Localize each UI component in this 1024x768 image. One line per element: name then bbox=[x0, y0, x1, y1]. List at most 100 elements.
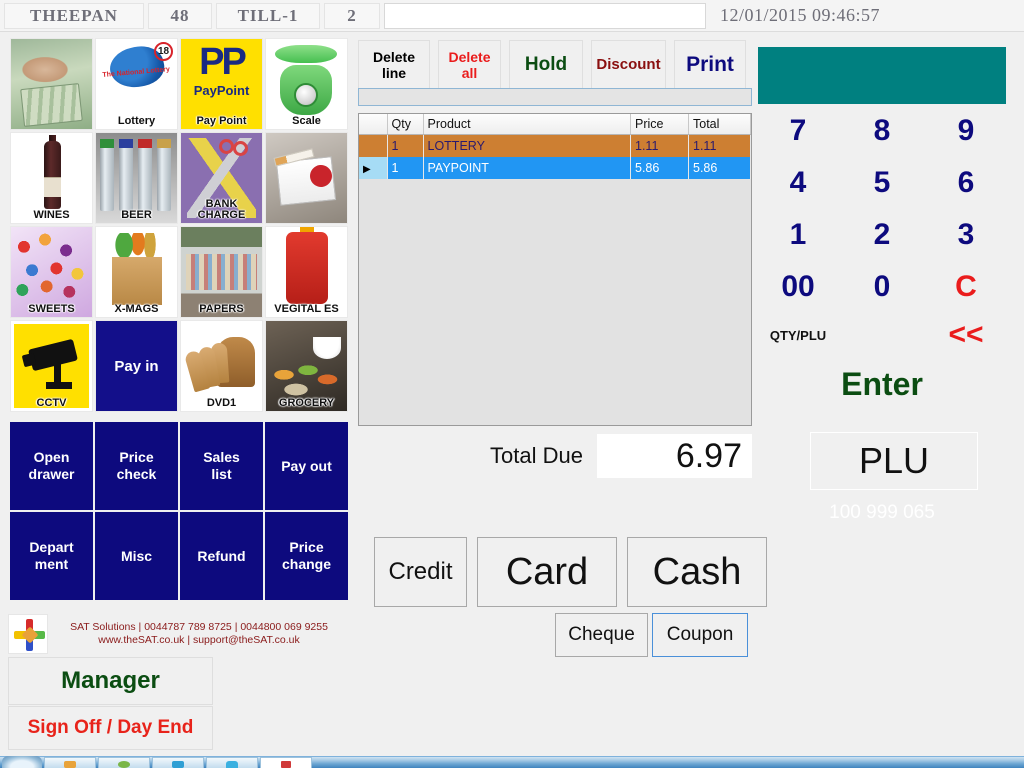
sign-off-day-end-button[interactable]: Sign Off / Day End bbox=[8, 706, 213, 750]
product-tile-paypoint[interactable]: PP PayPoint Pay Point bbox=[180, 38, 263, 130]
refund-button[interactable]: Refund bbox=[180, 512, 263, 600]
price-change-button[interactable]: Price change bbox=[265, 512, 348, 600]
product-tile-xmags[interactable]: X-MAGS bbox=[95, 226, 178, 318]
key-3[interactable]: 3 bbox=[925, 210, 1007, 260]
product-tile-bank-charge[interactable]: BANK CHARGE bbox=[180, 132, 263, 224]
product-tile-cctv[interactable]: CCTV bbox=[10, 320, 93, 412]
scan-entry-bar[interactable] bbox=[358, 88, 752, 106]
product-tile-label: WINES bbox=[33, 209, 70, 221]
cash-button[interactable]: Cash bbox=[627, 537, 767, 607]
product-tile-label: GROCERY bbox=[278, 397, 335, 409]
cell-total: 1.11 bbox=[688, 134, 751, 157]
table-row[interactable]: 1 LOTTERY 1.11 1.11 bbox=[359, 134, 751, 157]
keypad-display bbox=[758, 47, 1006, 104]
card-button[interactable]: Card bbox=[477, 537, 617, 607]
transaction-toolbar: Delete line Delete all Hold Discount Pri… bbox=[358, 40, 746, 90]
key-6[interactable]: 6 bbox=[925, 158, 1007, 208]
product-tile-label: X-MAGS bbox=[114, 303, 159, 315]
cell-product: LOTTERY bbox=[423, 134, 631, 157]
taskbar-item-1[interactable] bbox=[44, 757, 96, 768]
product-tile-pay-in[interactable]: Pay in bbox=[95, 320, 178, 412]
till-id: TILL-1 bbox=[216, 2, 320, 29]
product-tile-vegitales[interactable]: VEGITAL ES bbox=[265, 226, 348, 318]
header-entry-field[interactable] bbox=[384, 2, 706, 29]
total-due-label: Total Due bbox=[490, 443, 583, 468]
pay-out-button[interactable]: Pay out bbox=[265, 422, 348, 510]
product-tile-beer[interactable]: BEER bbox=[95, 132, 178, 224]
row-selector-cell[interactable]: ▶ bbox=[359, 156, 388, 179]
taskbar-item-3[interactable] bbox=[152, 757, 204, 768]
status-header: THEEPAN 48 TILL-1 2 12/01/2015 09:46:57 bbox=[0, 0, 1024, 32]
pay-in-label: Pay in bbox=[96, 321, 177, 411]
key-backspace[interactable]: << bbox=[925, 314, 1007, 356]
plu-button[interactable]: PLU bbox=[810, 432, 978, 490]
open-drawer-button[interactable]: Open drawer bbox=[10, 422, 93, 510]
sat-solutions-logo-icon bbox=[8, 614, 48, 654]
cell-price: 5.86 bbox=[630, 156, 689, 179]
product-tile-scale[interactable]: Scale bbox=[265, 38, 348, 130]
payment-button-row: Credit Card Cash bbox=[374, 537, 767, 607]
misc-button[interactable]: Misc bbox=[95, 512, 178, 600]
cell-qty: 1 bbox=[387, 156, 424, 179]
operator-name: THEEPAN bbox=[4, 2, 144, 29]
taskbar-item-5[interactable] bbox=[260, 757, 312, 768]
product-tile-label: Pay Point bbox=[196, 115, 247, 127]
grid-header-row: Qty Product Price Total bbox=[359, 114, 751, 135]
key-1[interactable]: 1 bbox=[757, 210, 839, 260]
product-tile-cash[interactable] bbox=[10, 38, 93, 130]
cash-image bbox=[11, 39, 92, 129]
key-00[interactable]: 00 bbox=[757, 262, 839, 312]
key-4[interactable]: 4 bbox=[757, 158, 839, 208]
product-tile-grocery[interactable]: GROCERY bbox=[265, 320, 348, 412]
cell-total: 5.86 bbox=[688, 156, 751, 179]
cell-qty: 1 bbox=[387, 134, 424, 157]
transaction-item-grid[interactable]: Qty Product Price Total 1 LOTTERY 1.11 1… bbox=[358, 113, 752, 426]
key-2[interactable]: 2 bbox=[841, 210, 923, 260]
product-tile-label: SWEETS bbox=[28, 303, 75, 315]
numeric-keypad: 7 8 9 4 5 6 1 2 3 00 0 C QTY/PLU << Ente… bbox=[757, 106, 1007, 416]
product-tile-lottery[interactable]: The National Lottery 18 Lottery bbox=[95, 38, 178, 130]
row-selector-cell[interactable] bbox=[359, 134, 388, 157]
product-tile-label: CCTV bbox=[36, 397, 67, 409]
key-8[interactable]: 8 bbox=[841, 106, 923, 156]
product-tile-cigarettes[interactable] bbox=[265, 132, 348, 224]
key-9[interactable]: 9 bbox=[925, 106, 1007, 156]
product-tile-dvd1[interactable]: DVD1 bbox=[180, 320, 263, 412]
cell-price: 1.11 bbox=[630, 134, 689, 157]
key-7[interactable]: 7 bbox=[757, 106, 839, 156]
discount-button[interactable]: Discount bbox=[591, 40, 666, 90]
product-tile-grid: The National Lottery 18 Lottery PP PayPo… bbox=[10, 38, 350, 418]
key-clear[interactable]: C bbox=[925, 262, 1007, 312]
price-check-button[interactable]: Price check bbox=[95, 422, 178, 510]
delete-line-button[interactable]: Delete line bbox=[358, 40, 430, 90]
delete-all-button[interactable]: Delete all bbox=[438, 40, 501, 90]
cell-product: PAYPOINT bbox=[423, 156, 631, 179]
key-0[interactable]: 0 bbox=[841, 262, 923, 312]
product-tile-papers[interactable]: PAPERS bbox=[180, 226, 263, 318]
lottery-arc-text: The National Lottery bbox=[102, 66, 171, 79]
operator-number: 48 bbox=[148, 2, 212, 29]
branding-line-2: www.theSAT.co.uk | support@theSAT.co.uk bbox=[98, 634, 300, 646]
key-5[interactable]: 5 bbox=[841, 158, 923, 208]
product-tile-label: VEGITAL ES bbox=[274, 303, 339, 315]
key-qty-plu[interactable]: QTY/PLU bbox=[757, 314, 839, 356]
product-tile-sweets[interactable]: SWEETS bbox=[10, 226, 93, 318]
print-button[interactable]: Print bbox=[674, 40, 746, 90]
hold-button[interactable]: Hold bbox=[509, 40, 583, 90]
total-due-value: 6.97 bbox=[597, 434, 752, 478]
coupon-button[interactable]: Coupon bbox=[652, 613, 748, 657]
enter-button[interactable]: Enter bbox=[757, 358, 1007, 410]
manager-button[interactable]: Manager bbox=[8, 657, 213, 705]
column-header-selector bbox=[359, 114, 388, 135]
row-selected-arrow-icon: ▶ bbox=[363, 163, 371, 175]
cheque-button[interactable]: Cheque bbox=[555, 613, 648, 657]
table-row[interactable]: ▶ 1 PAYPOINT 5.86 5.86 bbox=[359, 156, 751, 179]
sales-list-button[interactable]: Sales list bbox=[180, 422, 263, 510]
taskbar-item-4[interactable] bbox=[206, 757, 258, 768]
start-button-icon[interactable] bbox=[2, 756, 42, 768]
taskbar-item-2[interactable] bbox=[98, 757, 150, 768]
product-tile-wines[interactable]: WINES bbox=[10, 132, 93, 224]
credit-button[interactable]: Credit bbox=[374, 537, 467, 607]
branding-line-1: SAT Solutions | 0044787 789 8725 | 00448… bbox=[70, 621, 328, 633]
department-button[interactable]: Depart ment bbox=[10, 512, 93, 600]
